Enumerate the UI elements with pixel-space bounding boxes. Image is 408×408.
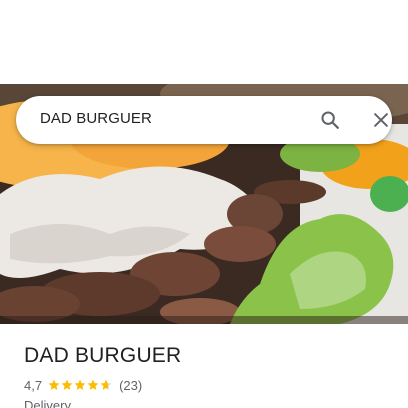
- star-icon: [61, 379, 73, 390]
- star-icon: [48, 379, 60, 390]
- review-count[interactable]: (23): [119, 378, 142, 393]
- rating-value: 4,7: [24, 377, 43, 393]
- search-input[interactable]: DAD BURGUER: [40, 110, 152, 127]
- close-icon[interactable]: [367, 106, 395, 134]
- place-info-panel: DAD BURGUER 4,7 (23) Delivery: [0, 324, 408, 408]
- place-title: DAD BURGUER: [24, 344, 182, 367]
- star-rating: [48, 379, 113, 391]
- star-icon: [87, 379, 99, 390]
- rating-row[interactable]: 4,7 (23): [24, 376, 142, 394]
- search-bar[interactable]: DAD BURGUER: [16, 96, 392, 144]
- top-blank-area: [0, 0, 408, 84]
- star-icon: [74, 379, 86, 390]
- search-icon[interactable]: [316, 106, 344, 134]
- star-icon: [100, 379, 112, 390]
- place-page: DAD BURGUER DAD BURGUER 4,7 (23) Deliver…: [0, 0, 408, 408]
- place-category: Delivery: [24, 398, 71, 408]
